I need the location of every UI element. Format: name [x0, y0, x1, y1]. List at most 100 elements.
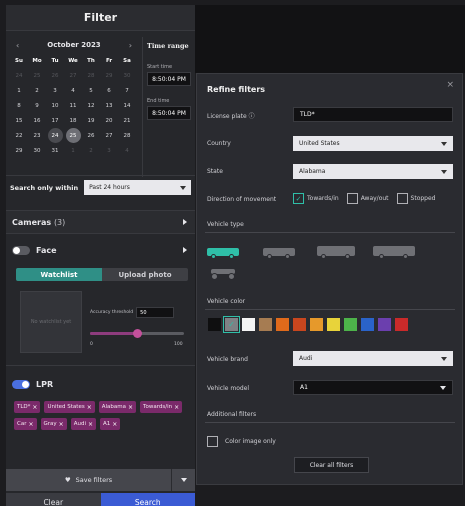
calendar-day[interactable]: 6	[102, 83, 117, 98]
remove-chip-icon[interactable]: ×	[28, 421, 33, 428]
calendar-day[interactable]: 29	[102, 68, 117, 83]
calendar-day[interactable]: 26	[84, 128, 99, 143]
direction-option[interactable]: ✓ Towards/in	[293, 193, 339, 204]
end-time-input[interactable]: 8:50:04 PM	[147, 106, 191, 120]
prev-month-icon[interactable]: ‹	[16, 41, 19, 50]
calendar-day[interactable]: 2	[84, 143, 99, 158]
close-icon[interactable]: ×	[446, 80, 454, 90]
calendar-day[interactable]: 7	[120, 83, 135, 98]
save-filters-dropdown[interactable]	[172, 469, 195, 491]
next-month-icon[interactable]: ›	[129, 41, 132, 50]
calendar-day[interactable]: 18	[66, 113, 81, 128]
motorcycle-icon[interactable]	[211, 266, 235, 280]
save-filters-button[interactable]: ♥ Save filters	[6, 469, 172, 491]
calendar-day[interactable]: 31	[48, 143, 63, 158]
calendar-day[interactable]: 25	[65, 128, 81, 143]
car-icon[interactable]	[207, 246, 239, 260]
checked-checkbox-icon[interactable]: ✓	[293, 193, 304, 204]
calendar-day[interactable]: 9	[30, 98, 45, 113]
accuracy-slider[interactable]	[90, 329, 184, 338]
remove-chip-icon[interactable]: ×	[128, 404, 133, 411]
calendar-day[interactable]: 15	[12, 113, 27, 128]
color-swatch[interactable]	[394, 317, 409, 332]
remove-chip-icon[interactable]: ×	[59, 421, 64, 428]
accuracy-input[interactable]: 50	[136, 307, 175, 318]
calendar-day[interactable]: 3	[48, 83, 63, 98]
calendar-day[interactable]: 22	[12, 128, 27, 143]
calendar-day[interactable]: 26	[48, 68, 63, 83]
chevron-right-icon[interactable]	[183, 247, 187, 253]
vehicle-model-select[interactable]: A1	[293, 380, 453, 395]
calendar-day[interactable]: 27	[66, 68, 81, 83]
calendar-day[interactable]: 24	[12, 68, 27, 83]
color-swatch[interactable]	[326, 317, 341, 332]
calendar-day[interactable]: 4	[66, 83, 81, 98]
calendar-day[interactable]: 21	[120, 113, 135, 128]
calendar-day[interactable]: 1	[12, 83, 27, 98]
color-swatch[interactable]	[207, 317, 222, 332]
bus-icon[interactable]	[373, 244, 415, 259]
calendar-day[interactable]: 11	[66, 98, 81, 113]
color-swatch[interactable]	[309, 317, 324, 332]
color-swatch[interactable]	[292, 317, 307, 332]
license-plate-input[interactable]: TLD*	[293, 107, 453, 122]
direction-option[interactable]: Away/out	[346, 193, 389, 204]
truck-icon[interactable]	[317, 244, 355, 259]
calendar-day[interactable]: 28	[120, 128, 135, 143]
calendar-day[interactable]: 17	[48, 113, 63, 128]
pickup-truck-icon[interactable]	[263, 246, 295, 260]
color-image-only-option[interactable]: Color image only	[207, 436, 276, 447]
calendar-day[interactable]: 12	[84, 98, 99, 113]
calendar-day[interactable]: 14	[120, 98, 135, 113]
face-toggle[interactable]	[12, 245, 30, 255]
color-image-only-checkbox[interactable]	[207, 436, 218, 447]
calendar-day[interactable]: 25	[30, 68, 45, 83]
calendar-day[interactable]: 23	[30, 128, 45, 143]
color-swatch[interactable]	[377, 317, 392, 332]
color-swatch[interactable]	[360, 317, 375, 332]
direction-option[interactable]: Stopped	[396, 193, 435, 204]
slider-handle[interactable]	[133, 329, 142, 338]
remove-chip-icon[interactable]: ×	[32, 404, 37, 411]
color-swatch[interactable]	[275, 317, 290, 332]
calendar-day[interactable]: 30	[120, 68, 135, 83]
remove-chip-icon[interactable]: ×	[87, 404, 92, 411]
cameras-section[interactable]: Cameras (3)	[6, 210, 195, 234]
calendar-day[interactable]: 1	[66, 143, 81, 158]
color-swatch[interactable]	[258, 317, 273, 332]
color-swatch[interactable]	[241, 317, 256, 332]
calendar-day[interactable]: 28	[84, 68, 99, 83]
calendar-day[interactable]: 10	[48, 98, 63, 113]
checkbox-icon[interactable]	[396, 193, 408, 204]
calendar-day[interactable]: 16	[30, 113, 45, 128]
tab-watchlist[interactable]: Watchlist	[16, 268, 102, 281]
remove-chip-icon[interactable]: ×	[112, 421, 117, 428]
clear-all-filters-button[interactable]: Clear all filters	[294, 457, 369, 473]
calendar-day[interactable]: 19	[84, 113, 99, 128]
calendar-day[interactable]: 2	[30, 83, 45, 98]
vehicle-brand-select[interactable]: Audi	[293, 351, 453, 366]
calendar-day[interactable]: 8	[12, 98, 27, 113]
start-time-input[interactable]: 8:50:04 PM	[147, 72, 191, 86]
state-select[interactable]: Alabama	[293, 164, 453, 179]
calendar-day[interactable]: 5	[84, 83, 99, 98]
calendar-day[interactable]: 20	[102, 113, 117, 128]
checkbox-icon[interactable]	[346, 193, 358, 204]
search-within-select[interactable]: Past 24 hours	[84, 180, 191, 195]
calendar-day[interactable]: 3	[102, 143, 117, 158]
tab-upload-photo[interactable]: Upload photo	[102, 268, 188, 281]
calendar-day[interactable]: 4	[120, 143, 135, 158]
remove-chip-icon[interactable]: ×	[174, 404, 179, 411]
calendar-day[interactable]: 29	[12, 143, 27, 158]
color-swatch[interactable]	[343, 317, 358, 332]
calendar-day[interactable]: 13	[102, 98, 117, 113]
calendar-day[interactable]: 24	[47, 128, 63, 143]
remove-chip-icon[interactable]: ×	[88, 421, 93, 428]
calendar-day[interactable]: 27	[102, 128, 117, 143]
search-button[interactable]: Search	[100, 493, 195, 506]
clear-button[interactable]: Clear	[6, 493, 101, 506]
country-select[interactable]: United States	[293, 136, 453, 151]
lpr-toggle[interactable]	[12, 379, 30, 389]
color-swatch[interactable]: ✓	[223, 316, 240, 333]
calendar-day[interactable]: 30	[30, 143, 45, 158]
